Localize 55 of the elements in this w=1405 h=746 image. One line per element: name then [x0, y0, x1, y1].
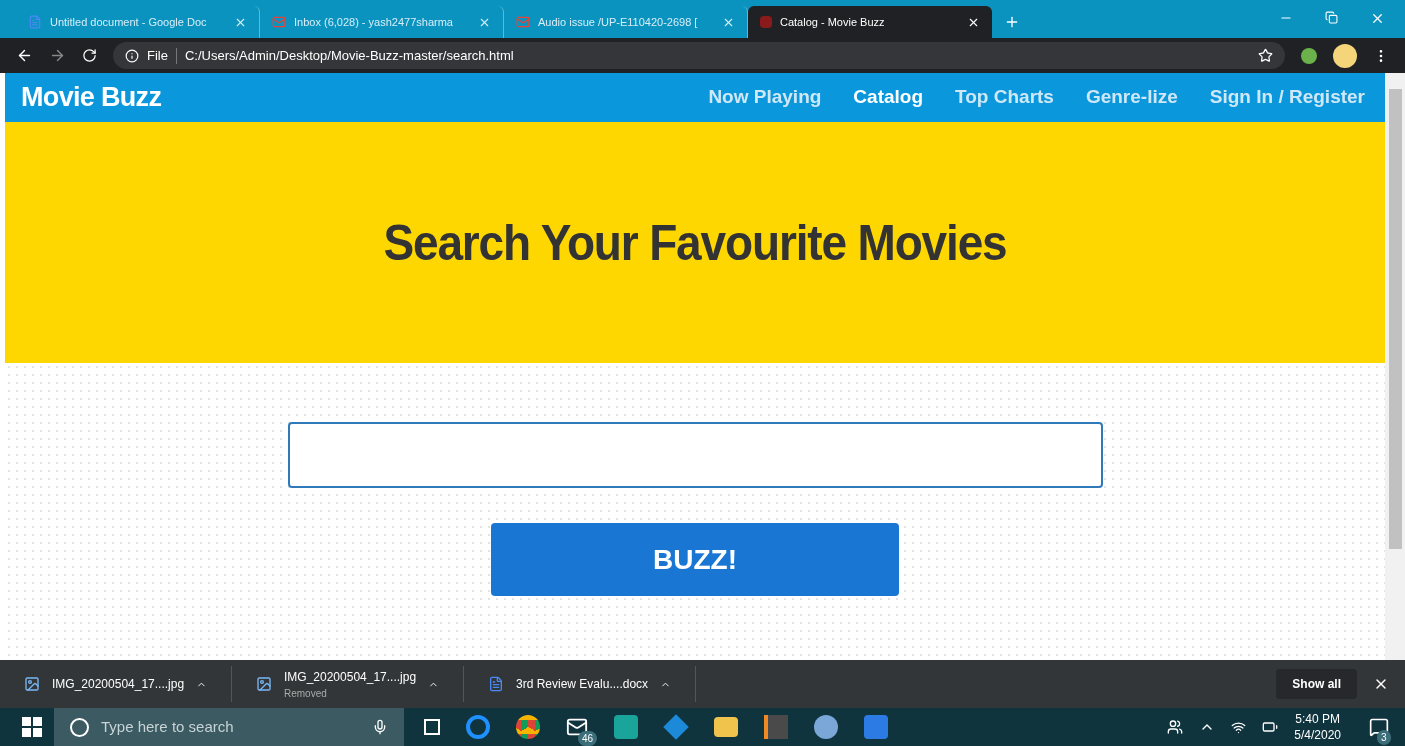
address-scheme: File: [147, 46, 168, 65]
word-file-icon: [488, 676, 504, 692]
download-item[interactable]: IMG_20200504_17....jpg: [0, 666, 232, 702]
taskbar-search-field[interactable]: Type here to search: [54, 708, 404, 746]
search-placeholder: Type here to search: [101, 716, 235, 737]
file-name: IMG_20200504_17....jpg: [52, 676, 185, 693]
download-status: Removed: [284, 686, 328, 701]
download-item[interactable]: IMG_20200504_17....jpg Removed: [232, 666, 464, 702]
star-icon[interactable]: [1258, 48, 1273, 63]
nav-link[interactable]: Sign In / Register: [1209, 83, 1365, 112]
extension-icon[interactable]: [1301, 47, 1317, 64]
info-icon: [125, 48, 139, 63]
mail-icon: [272, 15, 286, 29]
mail-icon: [516, 15, 530, 29]
show-all-button[interactable]: Show all: [1276, 669, 1357, 699]
cortana-icon: [70, 717, 89, 737]
site-icon: [760, 16, 772, 28]
document-icon: [28, 15, 42, 29]
reload-icon[interactable]: [82, 48, 97, 63]
tab-title: Catalog - Movie Buzz: [780, 14, 886, 30]
mail-badge: 46: [578, 731, 598, 746]
hero-title: Search Your Favourite Movies: [383, 212, 1007, 273]
image-file-icon: [24, 676, 40, 692]
back-icon[interactable]: [16, 47, 33, 64]
buzz-button[interactable]: BUZZ!: [491, 523, 899, 596]
nav-link[interactable]: Catalog: [853, 83, 924, 112]
file-name: IMG_20200504_17....jpg: [284, 668, 417, 686]
clock-time: 5:40 PM: [1295, 711, 1340, 727]
tab-title: Untitled document - Google Doc: [50, 14, 208, 30]
wifi-icon[interactable]: [1231, 719, 1247, 735]
download-item[interactable]: 3rd Review Evalu....docx: [464, 666, 696, 702]
task-view-icon[interactable]: [424, 719, 440, 735]
nav-link[interactable]: Now Playing: [708, 83, 822, 112]
notification-badge: 3: [1377, 730, 1391, 745]
restore-icon[interactable]: [1325, 11, 1338, 24]
search-field[interactable]: [287, 422, 1103, 488]
browser-tab[interactable]: Catalog - Movie Buzz: [748, 6, 992, 38]
image-file-icon: [256, 676, 272, 692]
windows-start-icon[interactable]: [22, 717, 42, 737]
microphone-icon[interactable]: [372, 719, 388, 735]
nav-link[interactable]: Genre-lize: [1085, 83, 1178, 112]
battery-icon[interactable]: [1262, 719, 1279, 735]
address-url: C:/Users/Admin/Desktop/Movie-Buzz-master/search.html: [184, 46, 514, 65]
avatar-icon[interactable]: [1333, 43, 1357, 68]
scrollbar[interactable]: [1385, 73, 1405, 660]
tab-title: Audio issue /UP-E110420-2698 [: [538, 14, 699, 30]
nav-link[interactable]: Top Charts: [955, 83, 1054, 112]
tab-title: Inbox (6,028) - yash2477sharma: [294, 14, 454, 30]
new-tab-icon[interactable]: [1004, 14, 1020, 30]
file-name: 3rd Review Evalu....docx: [516, 676, 649, 693]
address-bar[interactable]: File C:/Users/Admin/Desktop/Movie-Buzz-master/search.html: [113, 42, 1285, 69]
people-icon[interactable]: [1167, 719, 1184, 735]
clock-date: 5/4/2020: [1294, 727, 1341, 743]
brand-logo[interactable]: Movie Buzz: [21, 77, 162, 118]
forward-icon[interactable]: [49, 47, 66, 64]
